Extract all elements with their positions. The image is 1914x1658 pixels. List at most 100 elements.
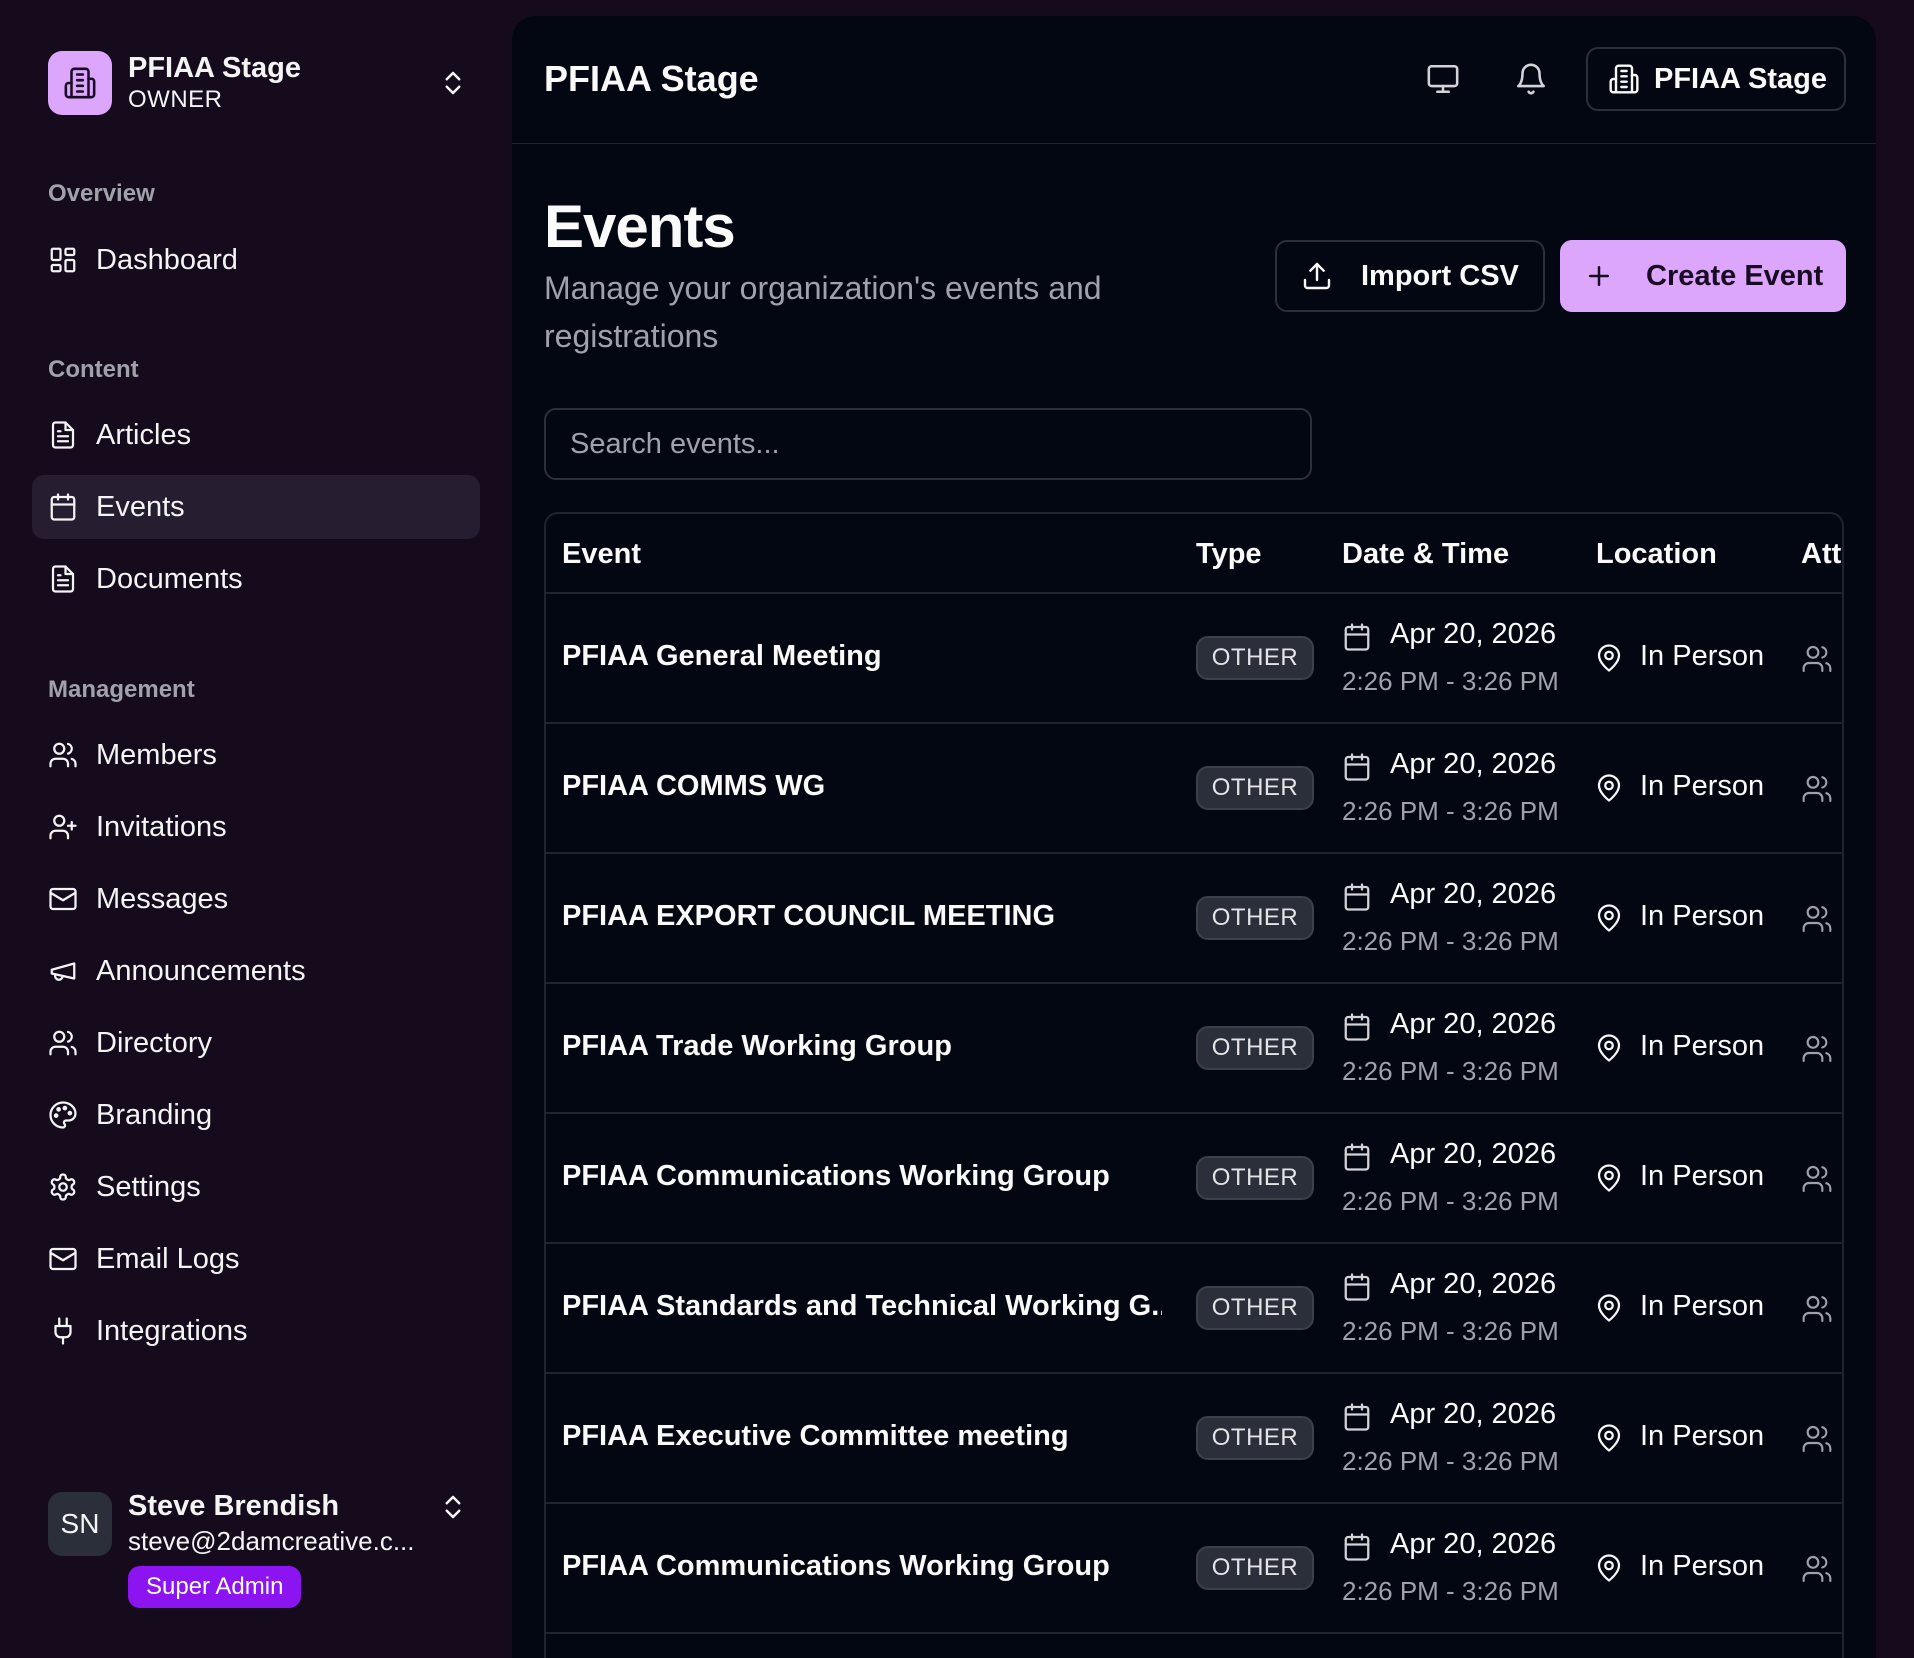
table-row[interactable]: PFIAA Executive Committee meeting OTHER … — [546, 1374, 1842, 1504]
calendar-icon — [1342, 1012, 1372, 1042]
monitor-icon[interactable] — [1426, 62, 1460, 96]
bell-icon[interactable] — [1514, 62, 1548, 96]
event-name: PFIAA EXPORT COUNCIL MEETING — [562, 900, 1056, 932]
calendar-icon — [1342, 1532, 1372, 1562]
event-date: Apr 20, 2026 — [1390, 1008, 1557, 1040]
gear-icon — [48, 1172, 78, 1202]
import-csv-button[interactable]: Import CSV — [1275, 240, 1545, 312]
sidebar-item-invitations[interactable]: Invitations — [32, 795, 480, 859]
event-date: Apr 20, 2026 — [1390, 1398, 1557, 1430]
event-time: 2:26 PM - 3:26 PM — [1342, 796, 1559, 826]
create-event-button[interactable]: Create Event — [1560, 240, 1846, 312]
org-switcher[interactable]: PFIAA Stage OWNER — [48, 50, 468, 116]
sidebar-item-announcements[interactable]: Announcements — [32, 939, 480, 1003]
map-pin-icon — [1594, 1293, 1624, 1323]
search-input[interactable] — [544, 408, 1312, 480]
mail-icon — [48, 884, 78, 914]
users-icon — [1801, 773, 1833, 805]
sidebar-item-documents[interactable]: Documents — [32, 547, 480, 611]
event-location: In Person — [1640, 900, 1765, 932]
event-name: PFIAA General Meeting — [562, 640, 882, 672]
users-icon — [48, 1028, 78, 1058]
event-location: In Person — [1640, 1420, 1765, 1452]
sidebar-item-directory[interactable]: Directory — [32, 1011, 480, 1075]
event-type-badge: OTHER — [1196, 1156, 1314, 1200]
palette-icon — [48, 1100, 78, 1130]
user-card[interactable]: SN Steve Brendish steve@2damcreative.c..… — [48, 1488, 468, 1618]
org-name: PFIAA Stage — [128, 52, 301, 84]
users-icon — [1801, 1293, 1833, 1325]
map-pin-icon — [1594, 1033, 1624, 1063]
building-icon — [1608, 63, 1640, 95]
event-type-badge: OTHER — [1196, 636, 1314, 680]
org-select-label: PFIAA Stage — [1654, 62, 1827, 95]
sidebar-item-integrations[interactable]: Integrations — [32, 1299, 480, 1363]
table-row[interactable]: PFIAA General Meeting OTHER Apr 20, 2026… — [546, 594, 1842, 724]
sidebar-item-label: Invitations — [96, 810, 227, 843]
sidebar-item-label: Integrations — [96, 1314, 248, 1347]
users-icon — [1801, 643, 1833, 675]
sidebar-item-branding[interactable]: Branding — [32, 1083, 480, 1147]
sidebar-item-settings[interactable]: Settings — [32, 1155, 480, 1219]
event-name: PFIAA Communications Working Group — [562, 1550, 1110, 1582]
event-location: In Person — [1640, 1160, 1765, 1192]
event-type-badge: OTHER — [1196, 1546, 1314, 1590]
table-row[interactable]: PFIAA Standards and Technical Working G.… — [546, 1244, 1842, 1374]
user-name: Steve Brendish — [128, 1490, 340, 1522]
event-type-badge: OTHER — [1196, 1286, 1314, 1330]
map-pin-icon — [1594, 1423, 1624, 1453]
event-time: 2:26 PM - 3:26 PM — [1342, 1316, 1559, 1346]
column-header-attendees[interactable]: Att — [1801, 538, 1841, 571]
user-plus-icon — [48, 812, 78, 842]
sidebar-item-articles[interactable]: Articles — [32, 403, 480, 467]
file-text-icon — [48, 564, 78, 594]
column-header-location[interactable]: Location — [1596, 538, 1717, 571]
sidebar-item-label: Members — [96, 738, 217, 771]
column-header-date[interactable]: Date & Time — [1342, 538, 1509, 571]
import-csv-label: Import CSV — [1361, 259, 1519, 292]
event-location: In Person — [1640, 1550, 1765, 1582]
upload-icon — [1301, 260, 1333, 292]
plug-icon — [48, 1316, 78, 1346]
sidebar-item-dashboard[interactable]: Dashboard — [32, 228, 480, 292]
event-time: 2:26 PM - 3:26 PM — [1342, 1446, 1559, 1476]
sidebar-item-label: Directory — [96, 1026, 213, 1059]
sidebar-item-label: Events — [96, 490, 185, 523]
calendar-icon — [1342, 1142, 1372, 1172]
table-row[interactable]: PFIAA Trade Working Group OTHER Apr 20, … — [546, 984, 1842, 1114]
users-icon — [48, 740, 78, 770]
sidebar-item-email-logs[interactable]: Email Logs — [32, 1227, 480, 1291]
create-event-label: Create Event — [1646, 259, 1824, 292]
column-header-event[interactable]: Event — [562, 538, 641, 571]
map-pin-icon — [1594, 1163, 1624, 1193]
chevrons-up-down-icon — [438, 68, 468, 98]
calendar-icon — [1342, 622, 1372, 652]
table-row[interactable]: PFIAA Communications Working Group OTHER… — [546, 1114, 1842, 1244]
sidebar-item-messages[interactable]: Messages — [32, 867, 480, 931]
event-date: Apr 20, 2026 — [1390, 1138, 1557, 1170]
table-row[interactable]: PFIAA COMMS WG OTHER Apr 20, 2026 2:26 P… — [546, 724, 1842, 854]
map-pin-icon — [1594, 1553, 1624, 1583]
sidebar: PFIAA Stage OWNER Overview Dashboard Con… — [0, 0, 512, 1658]
chevrons-up-down-icon[interactable] — [438, 1492, 468, 1522]
event-time: 2:26 PM - 3:26 PM — [1342, 1576, 1559, 1606]
users-icon — [1801, 1033, 1833, 1065]
org-select-button[interactable]: PFIAA Stage — [1586, 47, 1846, 111]
table-row[interactable]: PFIAA Communications Working Group OTHER… — [546, 1504, 1842, 1634]
sidebar-item-label: Announcements — [96, 954, 306, 987]
event-name: PFIAA Executive Committee meeting — [562, 1420, 1069, 1452]
event-type-badge: OTHER — [1196, 1416, 1314, 1460]
table-row[interactable]: PFIAA EXPORT COUNCIL MEETING OTHER Apr 2… — [546, 854, 1842, 984]
sidebar-item-label: Messages — [96, 882, 229, 915]
event-location: In Person — [1640, 770, 1765, 802]
sidebar-item-events[interactable]: Events — [32, 475, 480, 539]
column-header-type[interactable]: Type — [1196, 538, 1262, 571]
event-location: In Person — [1640, 1290, 1765, 1322]
calendar-icon — [48, 492, 78, 522]
sidebar-item-members[interactable]: Members — [32, 723, 480, 787]
building-icon — [48, 51, 112, 115]
avatar: SN — [48, 1492, 112, 1556]
sidebar-item-label: Email Logs — [96, 1242, 240, 1275]
sidebar-item-label: Documents — [96, 562, 243, 595]
map-pin-icon — [1594, 903, 1624, 933]
